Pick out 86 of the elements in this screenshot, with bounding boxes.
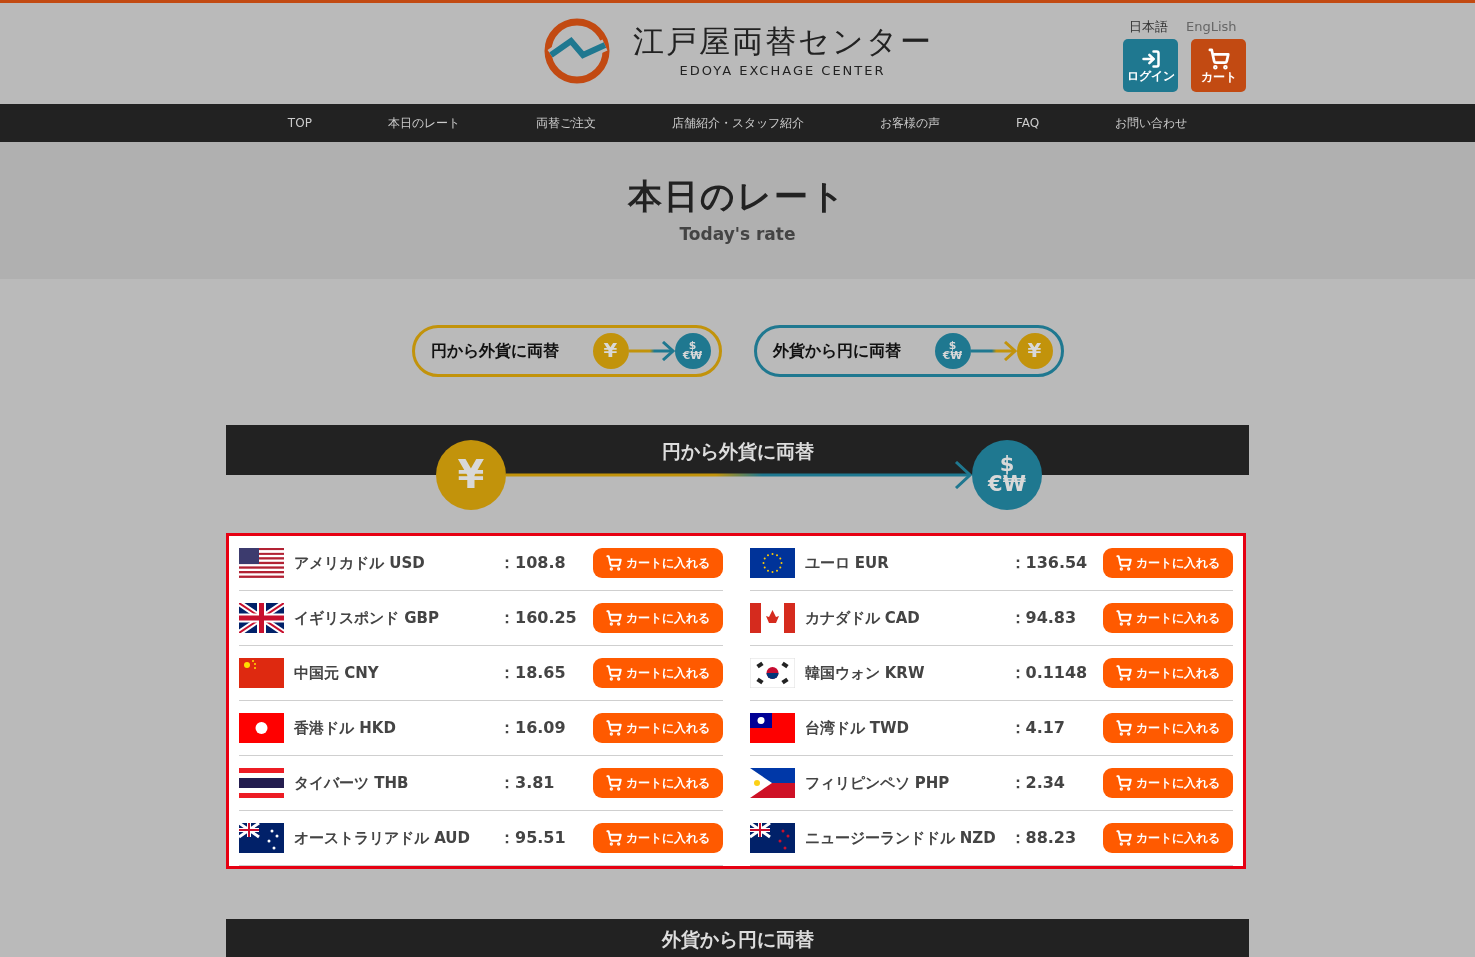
- flag-icon: [239, 547, 284, 578]
- site-subtitle: EDOYA EXCHAGE CENTER: [679, 62, 886, 81]
- currency-coin-icon: $ €₩: [674, 333, 711, 370]
- page-title: 本日のレート: [628, 174, 847, 218]
- add-to-cart-button[interactable]: カートに入れる: [1103, 712, 1233, 743]
- exchange-rate: ：95.51: [499, 826, 567, 849]
- exchange-rate: ：160.25: [499, 606, 578, 629]
- currency-name: 中国元 CNY: [294, 662, 380, 684]
- exchange-rate: ：108.8: [499, 551, 567, 574]
- cart-icon: [1116, 829, 1132, 846]
- currency-name: アメリカドル USD: [294, 552, 426, 574]
- cart-icon: [1116, 554, 1132, 571]
- nav-link[interactable]: TOP: [287, 113, 312, 132]
- cart-icon: [1116, 609, 1132, 626]
- add-to-cart-button[interactable]: カートに入れる: [1103, 602, 1233, 633]
- logo-icon: [542, 16, 611, 85]
- currency-coin-icon: $ €₩: [934, 333, 971, 370]
- section-title: 円から外貨に両替: [661, 439, 814, 465]
- cart-icon: [1116, 774, 1132, 791]
- add-to-cart-button[interactable]: カートに入れる: [1103, 822, 1233, 853]
- nav-link[interactable]: FAQ: [1015, 113, 1040, 132]
- nav-link[interactable]: お問い合わせ: [1115, 113, 1188, 132]
- flag-icon: [239, 657, 284, 688]
- cart-icon: [605, 774, 622, 791]
- cart-icon: [1116, 719, 1132, 736]
- yen-coin-icon: ¥: [592, 333, 629, 370]
- cart-icon: [605, 719, 622, 736]
- currency-name: ニュージーランドドル NZD: [804, 827, 997, 849]
- add-to-cart-button[interactable]: カートに入れる: [592, 602, 723, 633]
- site-title: 江戸屋両替センター: [632, 22, 933, 62]
- flag-icon: [239, 602, 284, 633]
- exchange-rate: ：0.1148: [1009, 661, 1089, 684]
- flag-icon: [749, 602, 795, 633]
- flag-icon: [749, 657, 795, 688]
- add-to-cart-button[interactable]: カートに入れる: [1103, 767, 1233, 798]
- add-to-cart-button[interactable]: カートに入れる: [592, 657, 723, 688]
- currency-name: タイバーツ THB: [294, 772, 410, 794]
- flag-icon: [749, 712, 795, 743]
- currency-name: オーストラリアドル AUD: [294, 827, 471, 849]
- flag-icon: [749, 822, 795, 853]
- section-title: 外貨から円に両替: [661, 926, 814, 951]
- add-to-cart-button[interactable]: カートに入れる: [592, 712, 723, 743]
- cart-icon: [605, 554, 622, 571]
- page-subtitle: Today's rate: [679, 222, 796, 246]
- exchange-rate: ：2.34: [1009, 771, 1066, 794]
- nav-link[interactable]: 店舗紹介・スタッフ紹介: [671, 113, 804, 132]
- flag-icon: [749, 547, 795, 578]
- add-to-cart-button[interactable]: カートに入れる: [1103, 547, 1233, 578]
- flag-icon: [749, 767, 795, 798]
- nav-link[interactable]: 本日のレート: [387, 113, 460, 132]
- yen-coin-icon: ¥: [1016, 333, 1053, 370]
- currency-name: 台湾ドル TWD: [804, 717, 910, 739]
- exchange-rate: ：4.17: [1009, 716, 1066, 739]
- cart-button[interactable]: カート: [1191, 39, 1246, 93]
- cart-icon: [605, 609, 622, 626]
- cart-icon: [1116, 664, 1132, 681]
- exchange-rate: ：16.09: [499, 716, 567, 739]
- currency-name: ユーロ EUR: [804, 552, 890, 574]
- currency-name: 韓国ウォン KRW: [804, 662, 926, 684]
- add-to-cart-button[interactable]: カートに入れる: [592, 767, 723, 798]
- exchange-rate: ：136.54: [1009, 551, 1089, 574]
- login-icon: [1140, 48, 1161, 69]
- flag-icon: [239, 767, 284, 798]
- add-to-cart-button[interactable]: カートに入れる: [592, 822, 723, 853]
- exchange-rate: ：3.81: [499, 771, 556, 794]
- cart-icon: [1207, 47, 1230, 70]
- language-link[interactable]: 日本語: [1129, 16, 1168, 37]
- currency-name: イギリスポンド GBP: [294, 607, 440, 629]
- flag-icon: [239, 822, 284, 853]
- login-button[interactable]: ログイン: [1123, 39, 1178, 93]
- exchange-rate: ：94.83: [1009, 606, 1078, 629]
- add-to-cart-button[interactable]: カートに入れる: [592, 547, 723, 578]
- currency-name: フィリピンペソ PHP: [804, 772, 951, 794]
- add-to-cart-button[interactable]: カートに入れる: [1103, 657, 1233, 688]
- nav-link[interactable]: お客様の声: [879, 113, 940, 132]
- exchange-rate: ：88.23: [1009, 826, 1078, 849]
- nav-link[interactable]: 両替ご注文: [535, 113, 596, 132]
- exchange-direction-button[interactable]: 円から外貨に両替 ¥ $ €₩: [411, 325, 722, 378]
- exchange-rate: ：18.65: [499, 661, 567, 684]
- language-link[interactable]: EngLish: [1186, 16, 1237, 37]
- exchange-direction-button[interactable]: 外貨から円に両替 $ €₩ ¥: [753, 325, 1064, 378]
- currency-name: 香港ドル HKD: [294, 717, 397, 739]
- currency-name: カナダドル CAD: [804, 607, 921, 629]
- cart-icon: [605, 664, 622, 681]
- cart-icon: [605, 829, 622, 846]
- flag-icon: [239, 712, 284, 743]
